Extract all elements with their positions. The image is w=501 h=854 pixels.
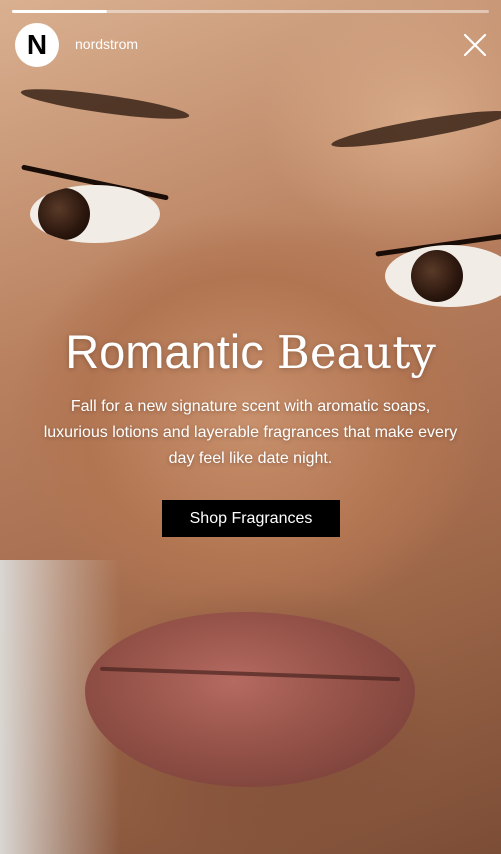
promo-body-text: Fall for a new signature scent with arom… — [43, 398, 458, 467]
shop-fragrances-button[interactable]: Shop Fragrances — [162, 500, 340, 537]
story-progress-fill — [12, 10, 108, 13]
photo-eye-left — [30, 185, 160, 243]
brand-logo-letter: N — [26, 29, 48, 60]
account-avatar[interactable]: N — [15, 23, 59, 67]
account-username[interactable]: nordstrom — [75, 36, 138, 52]
close-icon — [463, 33, 487, 57]
story-progress-bar — [12, 10, 489, 13]
headline: Romantic Beauty — [0, 325, 501, 379]
close-button[interactable] — [462, 32, 488, 58]
headline-part-1: Romantic — [65, 325, 264, 378]
headline-part-2: Beauty — [276, 326, 436, 379]
